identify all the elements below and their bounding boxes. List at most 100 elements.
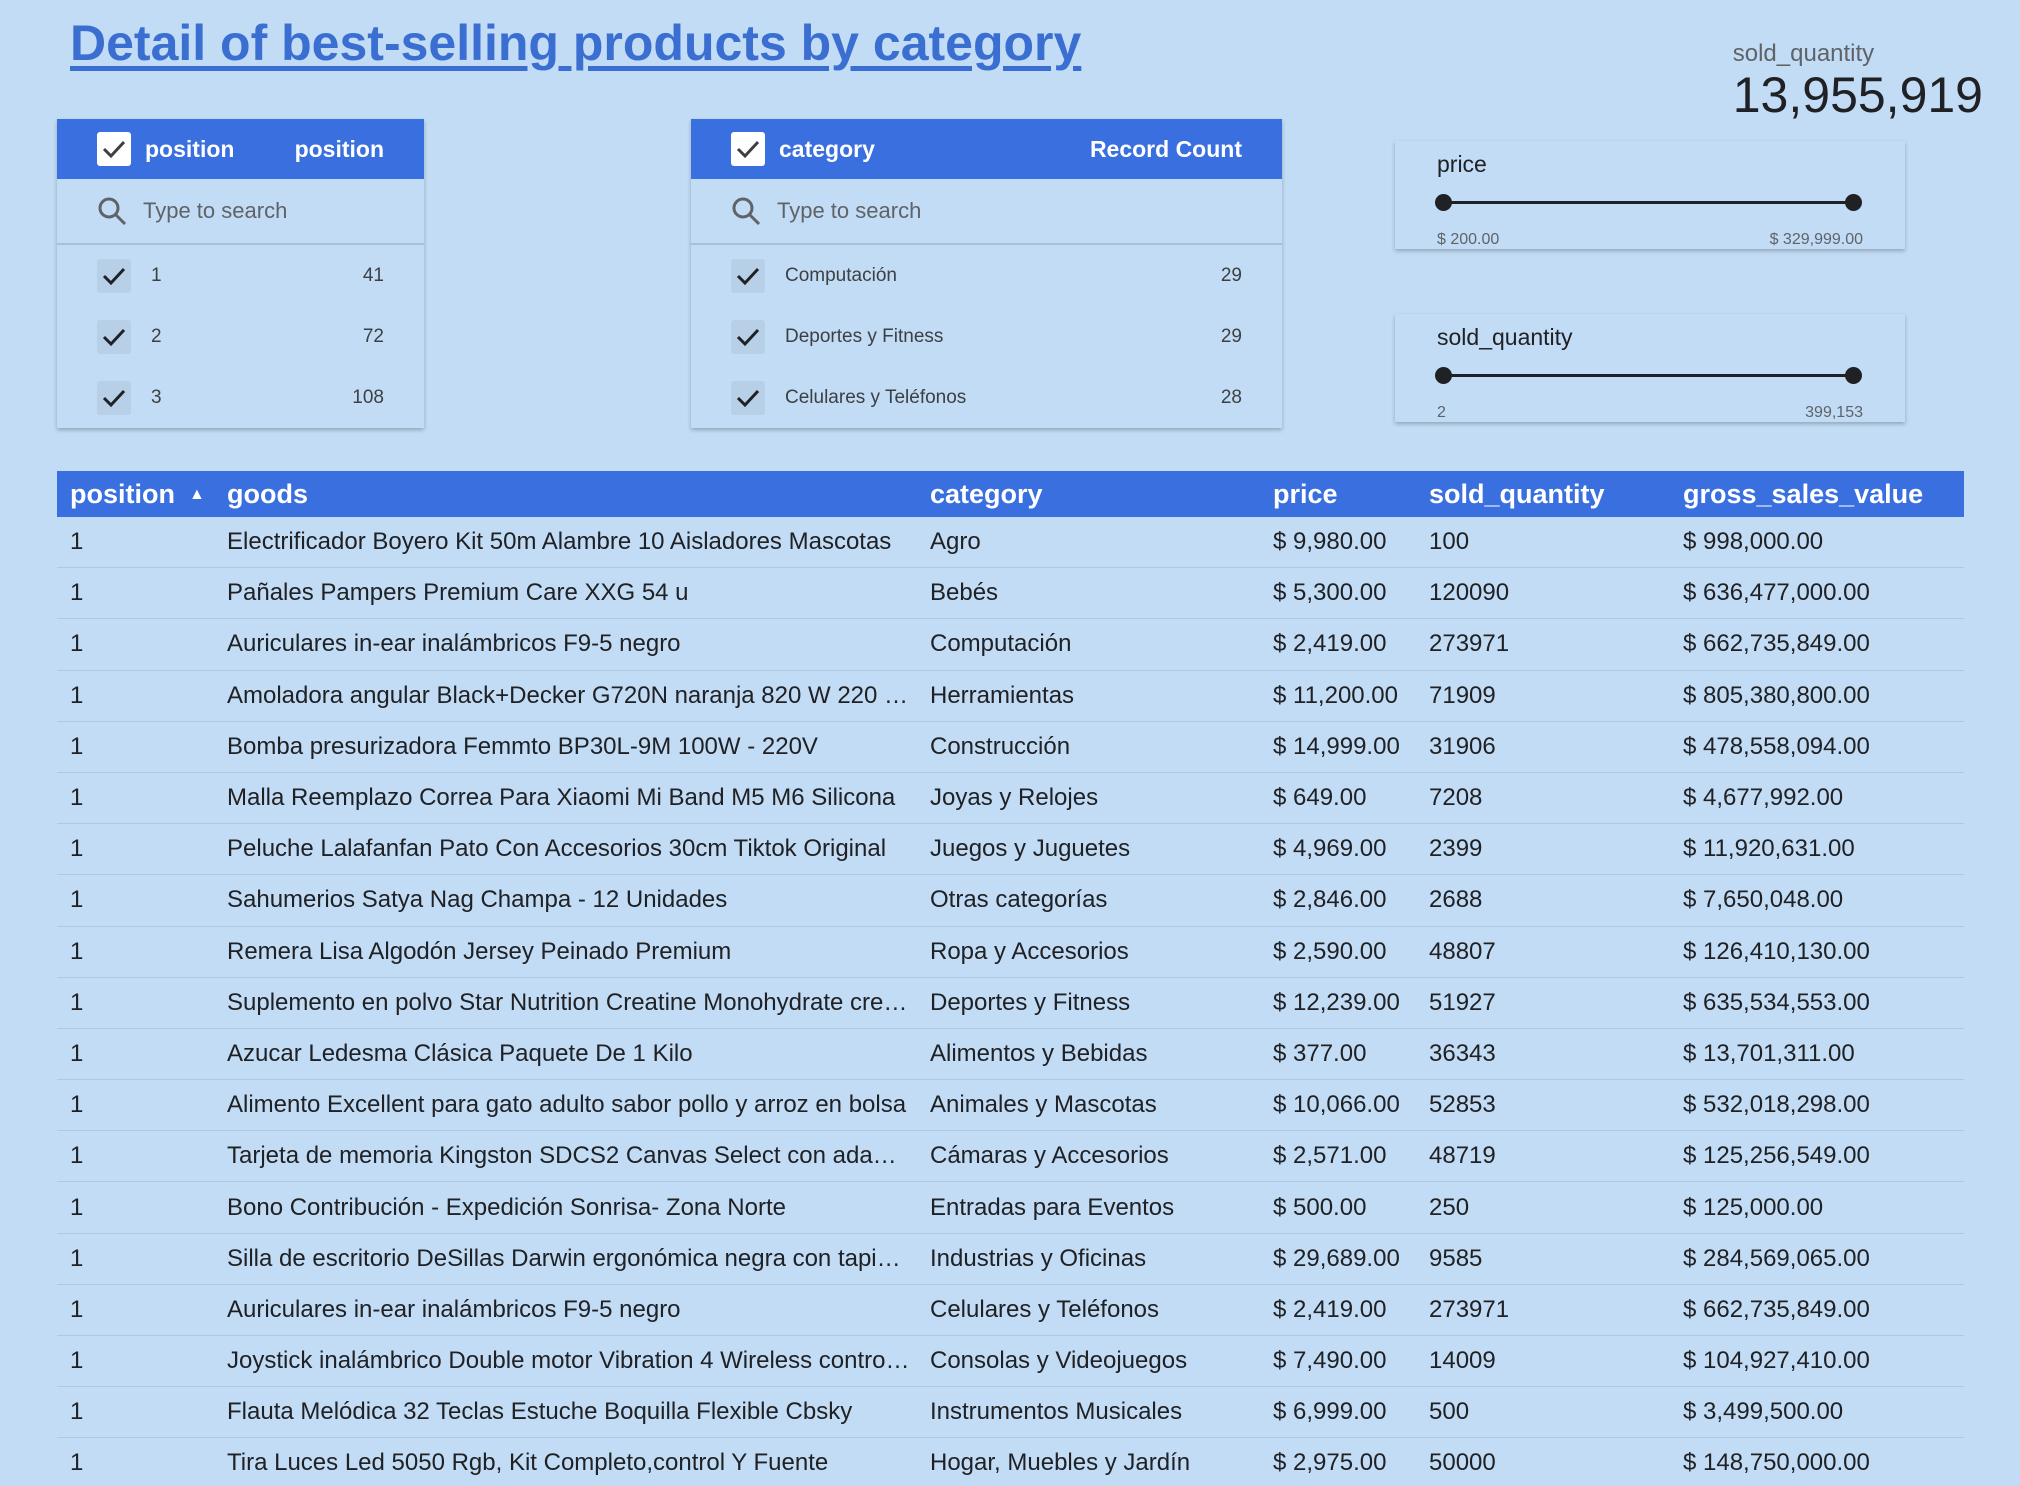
option-label: 3 (151, 386, 162, 408)
table-row[interactable]: 1 Auriculares in-ear inalámbricos F9-5 ne… (57, 1285, 1964, 1336)
filter-option[interactable]: 1 41 (57, 245, 424, 306)
option-checkbox[interactable] (97, 258, 131, 293)
table-row[interactable]: 1 Remera Lisa Algodón Jersey Peinado Prem… (57, 927, 1964, 978)
search-placeholder: Type to search (143, 198, 288, 223)
column-header-sold-quantity[interactable]: sold_quantity (1429, 479, 1683, 510)
table-row[interactable]: 1 Bono Contribución - Expedición Sonrisa-… (57, 1182, 1964, 1234)
option-label: 2 (151, 325, 162, 347)
filter-option[interactable]: 3 108 (57, 367, 424, 428)
cell-sold-quantity: 31906 (1429, 732, 1496, 760)
cell-goods: Tarjeta de memoria Kingston SDCS2 Canvas… (227, 1142, 930, 1170)
cell-gross-sales-value: $ 635,534,553.00 (1683, 988, 1870, 1016)
table-row[interactable]: 1 Tarjeta de memoria Kingston SDCS2 Canva… (57, 1131, 1964, 1183)
cell-price: $ 2,571.00 (1273, 1142, 1387, 1170)
cell-category: Otras categorías (930, 886, 1108, 914)
table-row[interactable]: 1 Tira Luces Led 5050 Rgb, Kit Completo,c… (57, 1438, 1964, 1486)
scorecard-label: sold_quantity (1732, 40, 1875, 67)
slider-max-handle[interactable] (1845, 194, 1862, 211)
cell-price: $ 5,300.00 (1273, 579, 1387, 607)
column-header-position[interactable]: position ▲ (57, 479, 227, 510)
cell-position: 1 (70, 1142, 84, 1170)
cell-position: 1 (70, 681, 84, 709)
cell-gross-sales-value: $ 478,558,094.00 (1683, 732, 1870, 760)
cell-position: 1 (70, 528, 84, 556)
table-row[interactable]: 1 Pañales Pampers Premium Care XXG 54 u Be… (57, 568, 1964, 620)
column-header-price[interactable]: price (1273, 479, 1429, 510)
cell-category: Celulares y Teléfonos (930, 1295, 1160, 1323)
select-all-checkbox[interactable] (731, 132, 765, 166)
check-icon (736, 267, 760, 285)
option-count: 108 (352, 386, 384, 408)
position-filter: position position Type to search 1 41 2 … (57, 119, 424, 428)
search-icon (98, 197, 127, 226)
cell-goods: Pañales Pampers Premium Care XXG 54 u (227, 579, 689, 607)
page-title[interactable]: Detail of best-selling products by categ… (70, 14, 1081, 72)
option-label: Deportes y Fitness (785, 325, 944, 347)
cell-goods: Peluche Lalafanfan Pato Con Accesorios 3… (227, 835, 887, 863)
table-row[interactable]: 1 Suplemento en polvo Star Nutrition Crea… (57, 978, 1964, 1029)
search-input[interactable]: Type to search (691, 179, 1282, 245)
option-count: 41 (362, 264, 384, 286)
select-all-checkbox[interactable] (97, 132, 131, 166)
table-row[interactable]: 1 Peluche Lalafanfan Pato Con Accesorios … (57, 824, 1964, 876)
table-row[interactable]: 1 Electrificador Boyero Kit 50m Alambre 1… (57, 517, 1964, 569)
option-checkbox[interactable] (731, 380, 765, 415)
cell-price: $ 7,490.00 (1273, 1347, 1387, 1375)
option-checkbox[interactable] (731, 319, 765, 354)
cell-category: Bebés (930, 579, 999, 607)
cell-position: 1 (70, 1295, 84, 1323)
table-row[interactable]: 1 Bomba presurizadora Femmto BP30L-9M 100… (57, 722, 1964, 773)
filter-option[interactable]: 2 72 (57, 306, 424, 367)
option-checkbox[interactable] (97, 380, 131, 415)
column-header-category[interactable]: category (930, 479, 1273, 510)
cell-goods: Auriculares in-ear inalámbricos F9-5 neg… (227, 630, 681, 658)
scorecard-value: 13,955,919 (1732, 67, 1983, 123)
search-input[interactable]: Type to search (57, 179, 424, 245)
cell-gross-sales-value: $ 636,477,000.00 (1683, 579, 1870, 607)
price-slider: price $ 200.00 $ 329,999.00 (1395, 141, 1905, 249)
slider-min-handle[interactable] (1435, 194, 1452, 211)
slider-min-handle[interactable] (1435, 367, 1452, 384)
table-row[interactable]: 1 Joystick inalámbrico Double motor Vibra… (57, 1336, 1964, 1388)
cell-position: 1 (70, 886, 84, 914)
cell-sold-quantity: 50000 (1429, 1449, 1496, 1477)
cell-gross-sales-value: $ 125,000.00 (1683, 1193, 1824, 1221)
column-header-goods[interactable]: goods (227, 479, 930, 510)
cell-price: $ 2,590.00 (1273, 937, 1387, 965)
filter-header-metric: Record Count (1089, 135, 1242, 162)
cell-gross-sales-value: $ 125,256,549.00 (1683, 1142, 1870, 1170)
table-row[interactable]: 1 Alimento Excellent para gato adulto sab… (57, 1080, 1964, 1132)
table-header: position ▲ goods category price sold_quan… (57, 471, 1964, 517)
cell-category: Computación (930, 630, 1072, 658)
cell-goods: Silla de escritorio DeSillas Darwin ergo… (227, 1244, 929, 1272)
table-row[interactable]: 1 Malla Reemplazo Correa Para Xiaomi Mi B… (57, 773, 1964, 825)
option-checkbox[interactable] (97, 319, 131, 354)
table-row[interactable]: 1 Sahumerios Satya Nag Champa - 12 Unidad… (57, 875, 1964, 927)
option-label: 1 (151, 264, 162, 286)
table-row[interactable]: 1 Silla de escritorio DeSillas Darwin erg… (57, 1234, 1964, 1285)
cell-position: 1 (70, 1347, 84, 1375)
cell-price: $ 14,999.00 (1273, 732, 1400, 760)
slider-max-handle[interactable] (1845, 367, 1862, 384)
filter-option[interactable]: Computación 29 (691, 245, 1282, 306)
cell-gross-sales-value: $ 11,920,631.00 (1683, 835, 1855, 863)
table-row[interactable]: 1 Azucar Ledesma Clásica Paquete De 1 Kil… (57, 1029, 1964, 1081)
cell-sold-quantity: 48719 (1429, 1142, 1496, 1170)
slider-track[interactable] (1443, 201, 1853, 204)
cell-position: 1 (70, 1091, 84, 1119)
check-icon (102, 140, 126, 159)
filter-header-label: category (779, 135, 875, 162)
cell-sold-quantity: 273971 (1429, 630, 1510, 658)
option-checkbox[interactable] (731, 258, 765, 293)
table-row[interactable]: 1 Amoladora angular Black+Decker G720N na… (57, 671, 1964, 722)
category-filter: category Record Count Type to search Com… (691, 119, 1282, 428)
cell-category: Ropa y Accesorios (930, 937, 1129, 965)
cell-gross-sales-value: $ 532,018,298.00 (1683, 1091, 1870, 1119)
column-header-gross-sales-value[interactable]: gross_sales_value (1683, 479, 1964, 510)
filter-option[interactable]: Deportes y Fitness 29 (691, 306, 1282, 367)
filter-option[interactable]: Celulares y Teléfonos 28 (691, 367, 1282, 428)
table-row[interactable]: 1 Auriculares in-ear inalámbricos F9-5 ne… (57, 619, 1964, 671)
cell-goods: Bomba presurizadora Femmto BP30L-9M 100W… (227, 732, 818, 760)
slider-track[interactable] (1443, 374, 1853, 377)
table-row[interactable]: 1 Flauta Melódica 32 Teclas Estuche Boqui… (57, 1387, 1964, 1439)
